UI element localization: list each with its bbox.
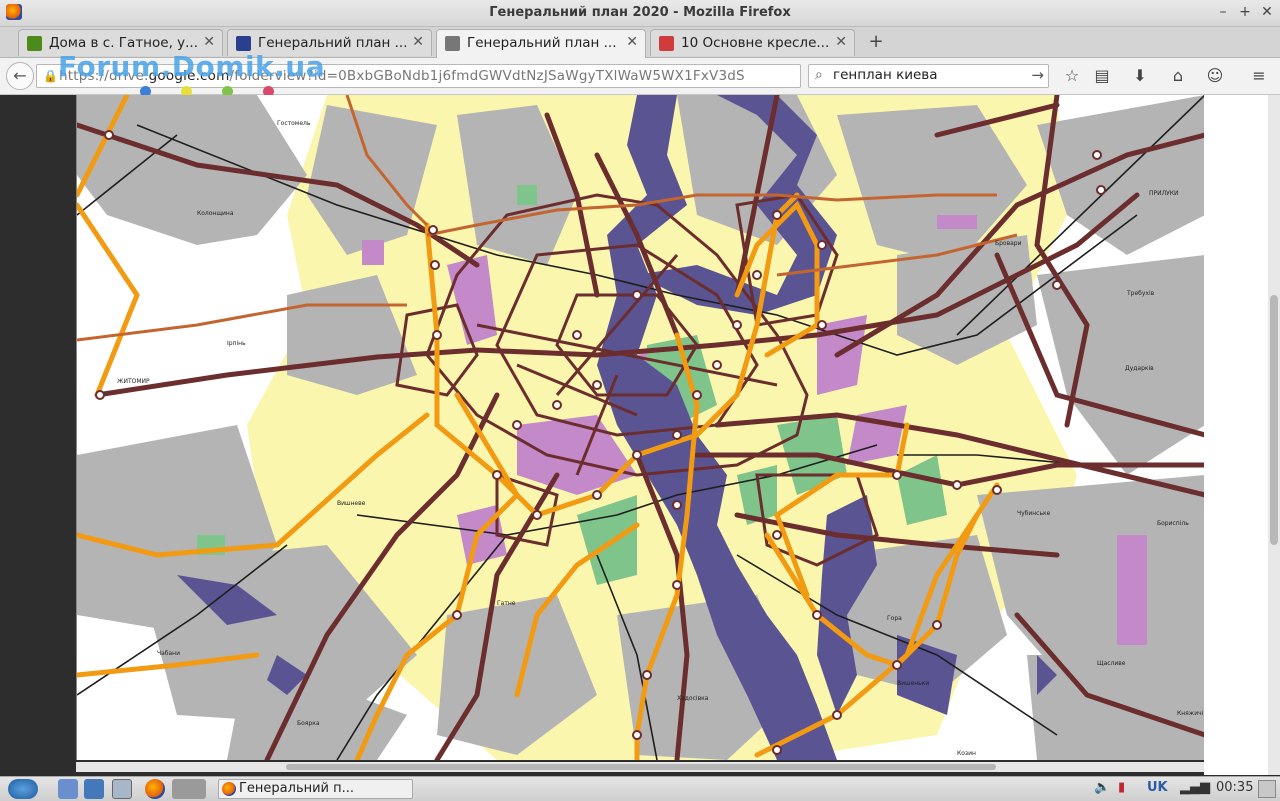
taskbar: Генеральний п... 🔈 ▮ UK ▂▄▆ 00:35 [0, 776, 1280, 801]
window-titlebar: Генеральний план 2020 - Mozilla Firefox … [0, 0, 1280, 27]
lock-icon: 🔒 [43, 69, 58, 83]
map-label: Гатне [497, 600, 516, 607]
firefox-icon [222, 782, 236, 796]
signal-icon[interactable]: ▂▄▆ [1180, 780, 1210, 795]
map-label: Гора [887, 615, 902, 622]
new-tab-icon[interactable]: + [864, 30, 888, 54]
volume-icon[interactable]: 🔈 [1094, 780, 1110, 795]
page-content: ЖИТОМИР ПРИЛУКИ Бровари Бориспіль Гора В… [0, 95, 1280, 775]
master-plan-map[interactable]: ЖИТОМИР ПРИЛУКИ Бровари Бориспіль Гора В… [76, 95, 1206, 760]
map-label: Чубинське [1017, 510, 1051, 517]
page-margin [1204, 95, 1268, 775]
vertical-scroll-thumb[interactable] [1270, 295, 1278, 545]
red-tab-icon [659, 36, 674, 51]
gov-tab-icon [236, 36, 251, 51]
tab-4[interactable]: 10 Основне кресле... ✕ [650, 29, 855, 56]
map-label: ПРИЛУКИ [1149, 190, 1179, 197]
chat-icon[interactable]: ☺ [1205, 66, 1225, 86]
start-menu-icon[interactable] [8, 779, 38, 799]
network-icon[interactable] [84, 779, 104, 799]
close-tab-icon[interactable]: ✕ [626, 34, 638, 50]
bookmark-star-icon[interactable]: ☆ [1062, 66, 1082, 86]
menu-icon[interactable]: ≡ [1249, 66, 1269, 86]
close-tab-icon[interactable]: ✕ [835, 34, 847, 50]
taskbar-task-firefox[interactable]: Генеральний п... [218, 779, 413, 799]
keyboard-layout[interactable]: UK [1147, 780, 1168, 795]
close-tab-icon[interactable]: ✕ [203, 34, 215, 50]
map-label: Боярка [297, 720, 320, 727]
tab-label: 10 Основне кресле... [681, 35, 830, 51]
clock[interactable]: 00:35 [1216, 780, 1253, 795]
file-manager-icon[interactable] [58, 779, 78, 799]
close-tab-icon[interactable]: ✕ [412, 34, 424, 50]
maximize-icon[interactable]: + [1236, 3, 1254, 21]
map-label: Вишневе [337, 500, 366, 507]
map-label: Чабани [157, 650, 180, 657]
battery-icon[interactable]: ▮ [1118, 780, 1125, 795]
map-svg: ЖИТОМИР ПРИЛУКИ Бровари Бориспіль Гора В… [77, 95, 1205, 760]
map-label: Требухів [1126, 290, 1155, 297]
map-label: Ходосівка [677, 695, 709, 702]
back-arrow-icon[interactable]: ← [6, 62, 34, 90]
map-label: Княжичі [1177, 710, 1204, 717]
window-title: Генеральний план 2020 - Mozilla Firefox [489, 5, 791, 20]
map-label: Бровари [995, 240, 1022, 247]
horizontal-scrollbar[interactable] [76, 762, 1204, 772]
desktop-icon[interactable] [112, 779, 132, 799]
minimize-icon[interactable]: – [1214, 3, 1232, 21]
horizontal-scroll-thumb[interactable] [286, 764, 996, 770]
reading-list-icon[interactable]: ▤ [1092, 66, 1112, 86]
map-label: Колонщина [197, 210, 234, 217]
tab-label: Генеральний план ... [467, 35, 617, 51]
forum-watermark: Forum.Domik.ua [58, 50, 326, 83]
close-window-icon[interactable]: ✕ [1258, 3, 1276, 21]
search-bar[interactable]: ⌕ → [808, 64, 1049, 88]
task-label: Генеральний п... [239, 781, 355, 796]
search-icon: ⌕ [815, 67, 823, 83]
download-icon[interactable]: ⬇ [1130, 66, 1150, 86]
map-label: Козин [957, 750, 976, 757]
search-go-icon[interactable]: → [1031, 66, 1044, 84]
vertical-scrollbar[interactable] [1268, 95, 1280, 775]
workspace-switcher[interactable] [172, 779, 206, 799]
home-icon[interactable]: ⌂ [1168, 66, 1188, 86]
tab-label: Дома в с. Гатное, у... [49, 35, 198, 51]
map-label: Бориспіль [1157, 520, 1189, 527]
forum-tab-icon [27, 36, 42, 51]
map-label: Дударків [1125, 365, 1154, 372]
firefox-launcher-icon[interactable] [145, 779, 165, 799]
map-label: ЖИТОМИР [117, 378, 150, 385]
show-desktop-icon[interactable] [1258, 780, 1276, 798]
drive-tab-icon [445, 36, 460, 51]
tab-label: Генеральний план ... [258, 35, 407, 51]
tab-3-active[interactable]: Генеральний план ... ✕ [436, 29, 646, 58]
map-label: Ірпінь [227, 340, 246, 347]
map-label: Вишеньки [897, 680, 929, 687]
map-label: Гостомель [277, 120, 311, 127]
search-input[interactable] [833, 67, 1023, 83]
map-label: Щасливе [1097, 660, 1126, 667]
